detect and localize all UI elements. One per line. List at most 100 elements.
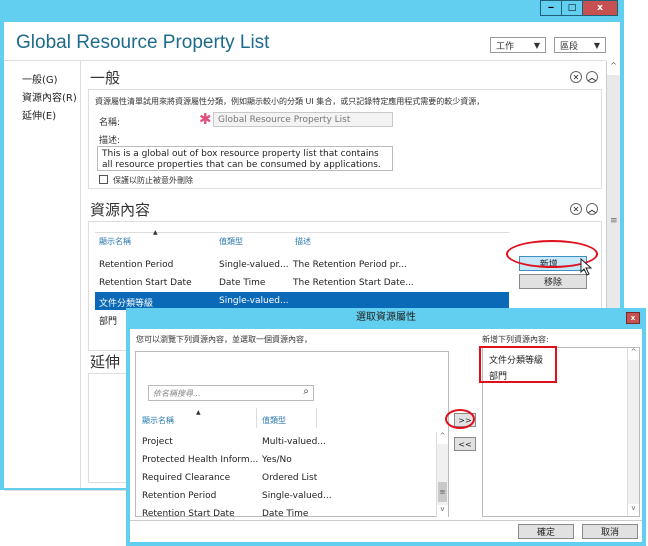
list-item-type: Single-valued... — [262, 491, 332, 501]
taskbar-edge — [4, 490, 126, 491]
general-panel: 資源屬性清單試用來將資源屬性分類，例如顯示較小的分類 UI 集合，或只記錄特定應… — [88, 89, 602, 189]
select-resource-dialog: 選取資源屬性 x 您可以瀏覽下列資源內容，並選取一個資源內容， 依名稱搜尋...… — [126, 308, 646, 546]
column-divider — [316, 408, 317, 428]
general-section-buttons: ✕ ︿ — [570, 71, 598, 83]
sidebar-item-extensions[interactable]: 延伸(E) — [22, 107, 56, 122]
list-item-name: Project — [142, 437, 173, 447]
collapse-section-button[interactable]: ︿ — [586, 71, 598, 83]
list-item[interactable]: Retention Period Single-valued... The Re… — [95, 256, 509, 274]
selected-item-name: 部門 — [489, 372, 508, 382]
search-input[interactable]: 依名稱搜尋... ⌕ — [148, 385, 314, 401]
sections-dropdown[interactable]: 區段 ▼ — [554, 37, 606, 53]
chevron-up-icon: ︿ — [588, 72, 596, 82]
required-asterisk-icon: ✱ — [199, 110, 212, 128]
cancel-button[interactable]: 取消 — [582, 524, 638, 539]
mouse-cursor-icon — [580, 257, 594, 280]
sections-dropdown-label: 區段 — [560, 41, 579, 52]
list-item-desc: The Retention Period pr... — [293, 260, 407, 270]
column-header-description[interactable]: 描述 — [295, 236, 311, 247]
column-divider — [256, 408, 257, 428]
maximize-icon: □ — [567, 3, 577, 13]
dialog-close-button[interactable]: x — [626, 312, 640, 324]
close-button[interactable]: x — [582, 0, 618, 16]
column-header-name[interactable]: 顯示名稱 — [142, 415, 174, 426]
list-item-type: Date Time — [262, 509, 309, 519]
dialog-title: 選取資源屬性 — [356, 312, 416, 323]
list-item-type: Date Time — [219, 278, 266, 288]
close-icon: ✕ — [572, 204, 580, 214]
list-item-name: Retention Period — [142, 491, 217, 501]
scroll-grip-icon: ≡ — [610, 216, 618, 226]
sort-ascending-icon: ▲ — [153, 229, 158, 236]
selected-item-name: 文件分類等級 — [489, 356, 544, 366]
list-item-type: Yes/No — [262, 455, 292, 465]
resources-section-buttons: ✕ ︿ — [570, 203, 598, 215]
list-item-type: Multi-valued... — [262, 437, 326, 447]
dialog-instruction: 您可以瀏覽下列資源內容，並選取一個資源內容， — [136, 335, 312, 344]
section-title-resources: 資源內容 — [90, 201, 151, 219]
scroll-up-icon[interactable]: ^ — [628, 348, 639, 360]
column-header-type[interactable]: 值類型 — [219, 236, 243, 247]
tasks-dropdown-label: 工作 — [496, 41, 515, 52]
sort-ascending-icon: ▲ — [196, 409, 201, 416]
close-icon: x — [630, 314, 636, 322]
ok-button[interactable]: 確定 — [518, 524, 574, 539]
scroll-thumb[interactable]: ≡ — [438, 482, 447, 502]
list-item-name: Retention Start Date — [142, 509, 235, 519]
collapse-section-button[interactable]: ︿ — [586, 203, 598, 215]
dialog-body: 您可以瀏覽下列資源內容，並選取一個資源內容， 依名稱搜尋... ⌕ 顯示名稱 ▲… — [130, 329, 642, 542]
protect-checkbox[interactable] — [99, 175, 108, 184]
add-button[interactable]: 新增... — [519, 256, 587, 271]
add-to-selection-button[interactable]: >> — [454, 413, 476, 427]
available-list-scrollbar[interactable]: ^ ≡ v — [436, 432, 448, 517]
sidebar-nav: 一般(G) 資源內容(R) 延伸(E) — [4, 61, 81, 488]
column-header-name[interactable]: 顯示名稱 — [99, 236, 131, 247]
name-label: 名稱: — [99, 118, 121, 128]
selected-properties-box: 文件分類等級 部門 ^ v — [482, 347, 640, 517]
section-title-extensions: 延伸 — [90, 353, 121, 371]
close-icon: x — [597, 3, 603, 13]
available-properties-box: 依名稱搜尋... ⌕ 顯示名稱 ▲ 值類型 Project Multi-value… — [135, 351, 449, 519]
scroll-down-icon[interactable]: v — [437, 505, 448, 517]
chevron-down-icon: ▼ — [533, 40, 540, 50]
tasks-dropdown[interactable]: 工作 ▼ — [490, 37, 546, 53]
sidebar-item-resources[interactable]: 資源內容(R) — [22, 89, 77, 104]
chevron-up-icon: ︿ — [588, 204, 596, 214]
search-icon[interactable]: ⌕ — [303, 386, 309, 397]
description-label: 描述: — [99, 136, 121, 146]
close-section-button[interactable]: ✕ — [570, 203, 582, 215]
scroll-down-icon[interactable]: v — [628, 504, 639, 516]
remove-button[interactable]: 移除 — [519, 274, 587, 289]
list-item-name: 部門 — [99, 317, 118, 327]
list-item[interactable]: Retention Start Date Date Time The Reten… — [95, 274, 509, 292]
general-description: 資源屬性清單試用來將資源屬性分類，例如顯示較小的分類 UI 集合，或只記錄特定應… — [95, 97, 485, 106]
maximize-button[interactable]: □ — [561, 0, 583, 16]
name-input[interactable]: Global Resource Property List — [213, 112, 393, 127]
list-item-name: Retention Start Date — [99, 278, 192, 288]
list-item-type: Single-valued... — [219, 296, 289, 306]
list-item-desc: The Retention Start Date... — [293, 278, 414, 288]
close-icon: ✕ — [572, 72, 580, 82]
scroll-up-icon[interactable]: ^ — [437, 432, 448, 444]
list-item-name: Retention Period — [99, 260, 174, 270]
list-item-type: Single-valued... — [219, 260, 289, 270]
window-controls: ‒ □ x — [540, 0, 618, 16]
selected-list-scrollbar[interactable]: ^ v — [627, 348, 639, 516]
minimize-icon: ‒ — [547, 3, 555, 13]
description-textarea[interactable]: This is a global out of box resource pro… — [97, 146, 393, 171]
list-item-name: Required Clearance — [142, 473, 231, 483]
minimize-button[interactable]: ‒ — [540, 0, 562, 16]
list-item-name: Protected Health Inform... — [142, 455, 259, 465]
selected-properties-label: 新增下列資源內容: — [482, 335, 549, 344]
sidebar-item-general[interactable]: 一般(G) — [22, 71, 58, 86]
page-title: Global Resource Property List — [16, 32, 270, 53]
column-header-type[interactable]: 值類型 — [262, 415, 286, 426]
dialog-footer: 確定 取消 — [130, 520, 642, 542]
section-title-general: 一般 — [90, 69, 121, 87]
remove-from-selection-button[interactable]: << — [454, 437, 476, 451]
search-placeholder: 依名稱搜尋... — [153, 389, 201, 398]
protect-label: 保護以防止被意外刪除 — [113, 176, 193, 185]
scroll-up-icon[interactable]: ^ — [607, 61, 620, 75]
close-section-button[interactable]: ✕ — [570, 71, 582, 83]
list-item-type: Ordered List — [262, 473, 318, 483]
